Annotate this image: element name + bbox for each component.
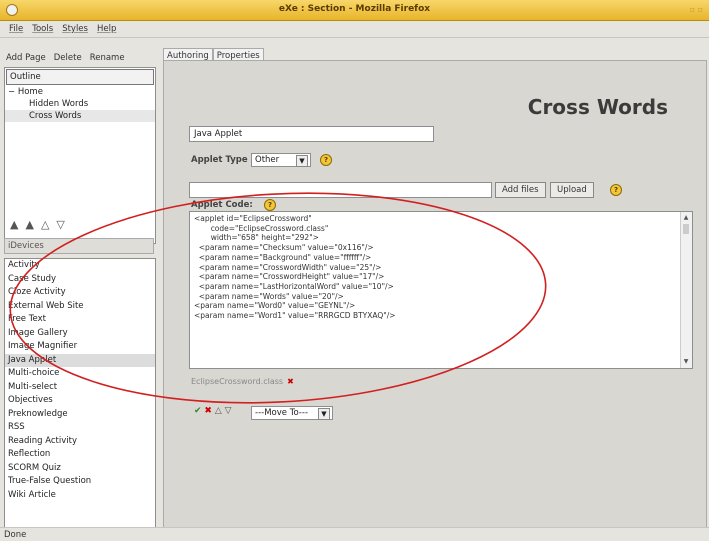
annotation-ellipse bbox=[9, 192, 547, 404]
